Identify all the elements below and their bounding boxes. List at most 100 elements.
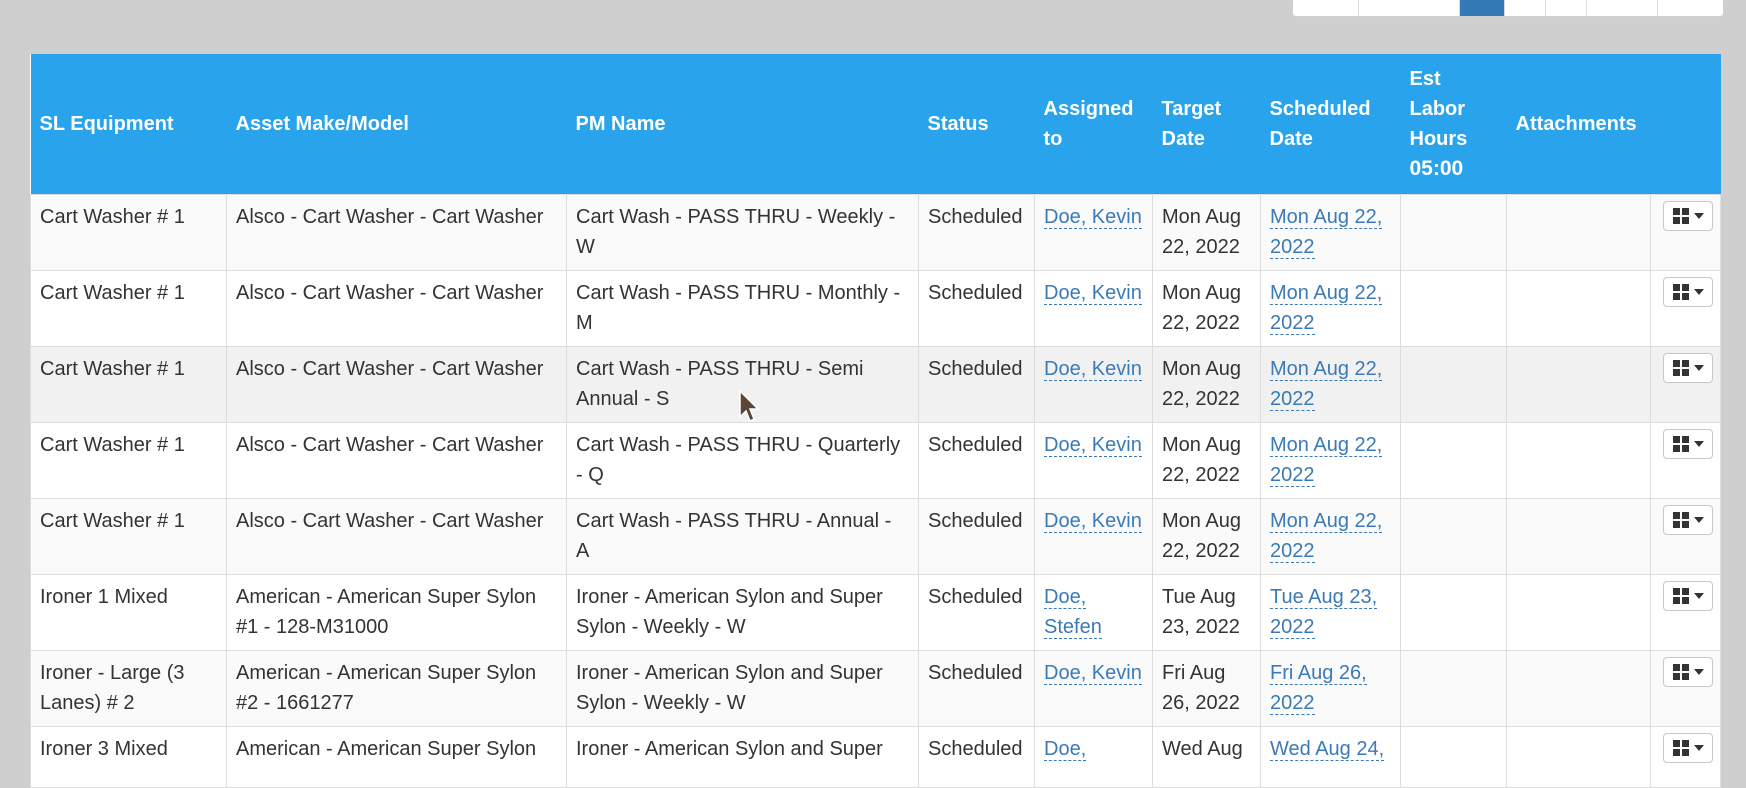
col-header-target-date[interactable]: Target Date xyxy=(1152,54,1261,195)
assigned-link[interactable]: Doe, Stefen xyxy=(1044,586,1102,639)
cell-est-labor xyxy=(1400,422,1507,499)
cell-actions xyxy=(1650,270,1721,347)
scheduled-date-link[interactable]: Tue Aug 23, 2022 xyxy=(1270,586,1378,639)
assigned-link[interactable]: Doe, Kevin xyxy=(1044,434,1142,457)
cell-make-model: American - American Super Sylon #2 - 166… xyxy=(226,650,567,727)
cell-make-model: Alsco - Cart Washer - Cart Washer xyxy=(226,194,567,271)
cell-status: Scheduled xyxy=(918,346,1035,423)
cell-scheduled-date: Tue Aug 23, 2022 xyxy=(1260,574,1401,651)
scheduled-date-link[interactable]: Fri Aug 26, 2022 xyxy=(1270,662,1367,715)
scheduled-date-link[interactable]: Wed Aug 24, xyxy=(1270,738,1385,761)
cell-assigned: Doe, Kevin xyxy=(1034,422,1153,499)
pm-schedule-table: SL Equipment Asset Make/Model PM Name St… xyxy=(30,54,1721,788)
cell-attachments xyxy=(1506,422,1651,499)
grid-icon xyxy=(1672,664,1689,680)
scheduled-date-link[interactable]: Mon Aug 22, 2022 xyxy=(1270,510,1383,563)
assigned-link[interactable]: Doe, Kevin xyxy=(1044,358,1142,381)
caret-down-icon xyxy=(1693,365,1704,371)
col-header-status[interactable]: Status xyxy=(918,54,1035,195)
row-actions-button[interactable] xyxy=(1663,505,1713,535)
assigned-link[interactable]: Doe, xyxy=(1044,738,1087,761)
col-header-assigned[interactable]: Assigned to xyxy=(1034,54,1153,195)
cell-status: Scheduled xyxy=(918,726,1035,788)
table-row: Cart Washer # 1 Alsco - Cart Washer - Ca… xyxy=(30,270,1721,347)
cell-status: Scheduled xyxy=(918,194,1035,271)
scheduled-date-link[interactable]: Mon Aug 22, 2022 xyxy=(1270,434,1383,487)
scheduled-date-link[interactable]: Mon Aug 22, 2022 xyxy=(1270,206,1383,259)
col-header-equipment[interactable]: SL Equipment xyxy=(30,54,227,195)
cell-pm-name: Cart Wash - PASS THRU - Monthly - M xyxy=(566,270,919,347)
cell-assigned: Doe, Kevin xyxy=(1034,650,1153,727)
table-row: Ironer - Large (3 Lanes) # 2 American - … xyxy=(30,650,1721,727)
cell-assigned: Doe, Kevin xyxy=(1034,346,1153,423)
col-header-est-labor[interactable]: Est Labor Hours 05:00 xyxy=(1400,54,1507,195)
cell-equipment: Ironer 3 Mixed xyxy=(30,726,227,788)
col-header-actions xyxy=(1650,54,1721,195)
row-actions-button[interactable] xyxy=(1663,201,1713,231)
pagination-prev[interactable] xyxy=(1293,0,1359,16)
cell-target-date: Mon Aug 22, 2022 xyxy=(1152,422,1261,499)
grid-icon xyxy=(1672,360,1689,376)
cell-assigned: Doe, Stefen xyxy=(1034,574,1153,651)
grid-icon xyxy=(1672,284,1689,300)
grid-icon xyxy=(1672,588,1689,604)
table-row: Cart Washer # 1 Alsco - Cart Washer - Ca… xyxy=(30,194,1721,271)
cell-actions xyxy=(1650,346,1721,423)
cell-equipment: Ironer - Large (3 Lanes) # 2 xyxy=(30,650,227,727)
scheduled-date-link[interactable]: Mon Aug 22, 2022 xyxy=(1270,358,1383,411)
cell-equipment: Cart Washer # 1 xyxy=(30,422,227,499)
cell-attachments xyxy=(1506,194,1651,271)
cell-actions xyxy=(1650,650,1721,727)
cell-make-model: American - American Super Sylon xyxy=(226,726,567,788)
cell-make-model: Alsco - Cart Washer - Cart Washer xyxy=(226,498,567,575)
cell-make-model: Alsco - Cart Washer - Cart Washer xyxy=(226,270,567,347)
caret-down-icon xyxy=(1693,441,1704,447)
col-header-make-model[interactable]: Asset Make/Model xyxy=(226,54,567,195)
row-actions-button[interactable] xyxy=(1663,733,1713,763)
table-row: Cart Washer # 1 Alsco - Cart Washer - Ca… xyxy=(30,498,1721,575)
grid-icon xyxy=(1672,208,1689,224)
cell-est-labor xyxy=(1400,650,1507,727)
cell-target-date: Mon Aug 22, 2022 xyxy=(1152,346,1261,423)
col-header-pm-name[interactable]: PM Name xyxy=(566,54,919,195)
cell-equipment: Ironer 1 Mixed xyxy=(30,574,227,651)
caret-down-icon xyxy=(1693,289,1704,295)
pagination-page[interactable] xyxy=(1505,0,1546,16)
pagination-page[interactable] xyxy=(1546,0,1587,16)
cell-pm-name: Cart Wash - PASS THRU - Quarterly - Q xyxy=(566,422,919,499)
cell-target-date: Mon Aug 22, 2022 xyxy=(1152,194,1261,271)
pagination-page[interactable] xyxy=(1587,0,1658,16)
row-actions-button[interactable] xyxy=(1663,429,1713,459)
caret-down-icon xyxy=(1693,213,1704,219)
cell-scheduled-date: Mon Aug 22, 2022 xyxy=(1260,422,1401,499)
pagination-page[interactable] xyxy=(1359,0,1460,16)
cell-actions xyxy=(1650,498,1721,575)
cell-attachments xyxy=(1506,726,1651,788)
assigned-link[interactable]: Doe, Kevin xyxy=(1044,206,1142,229)
cell-attachments xyxy=(1506,498,1651,575)
col-header-scheduled-date[interactable]: Scheduled Date xyxy=(1260,54,1401,195)
cell-pm-name: Ironer - American Sylon and Super Sylon … xyxy=(566,650,919,727)
cell-status: Scheduled xyxy=(918,270,1035,347)
est-labor-label: Est Labor Hours xyxy=(1409,68,1468,150)
row-actions-button[interactable] xyxy=(1663,353,1713,383)
cell-status: Scheduled xyxy=(918,422,1035,499)
cell-actions xyxy=(1650,194,1721,271)
cell-attachments xyxy=(1506,346,1651,423)
assigned-link[interactable]: Doe, Kevin xyxy=(1044,510,1142,533)
cell-make-model: Alsco - Cart Washer - Cart Washer xyxy=(226,346,567,423)
col-header-attachments[interactable]: Attachments xyxy=(1506,54,1651,195)
cell-target-date: Fri Aug 26, 2022 xyxy=(1152,650,1261,727)
row-actions-button[interactable] xyxy=(1663,581,1713,611)
pagination-next[interactable] xyxy=(1658,0,1723,16)
pagination-current-page[interactable] xyxy=(1460,0,1505,16)
scheduled-date-link[interactable]: Mon Aug 22, 2022 xyxy=(1270,282,1383,335)
row-actions-button[interactable] xyxy=(1663,657,1713,687)
cell-scheduled-date: Mon Aug 22, 2022 xyxy=(1260,270,1401,347)
assigned-link[interactable]: Doe, Kevin xyxy=(1044,282,1142,305)
cell-scheduled-date: Fri Aug 26, 2022 xyxy=(1260,650,1401,727)
row-actions-button[interactable] xyxy=(1663,277,1713,307)
cell-assigned: Doe, Kevin xyxy=(1034,194,1153,271)
grid-icon xyxy=(1672,512,1689,528)
assigned-link[interactable]: Doe, Kevin xyxy=(1044,662,1142,685)
